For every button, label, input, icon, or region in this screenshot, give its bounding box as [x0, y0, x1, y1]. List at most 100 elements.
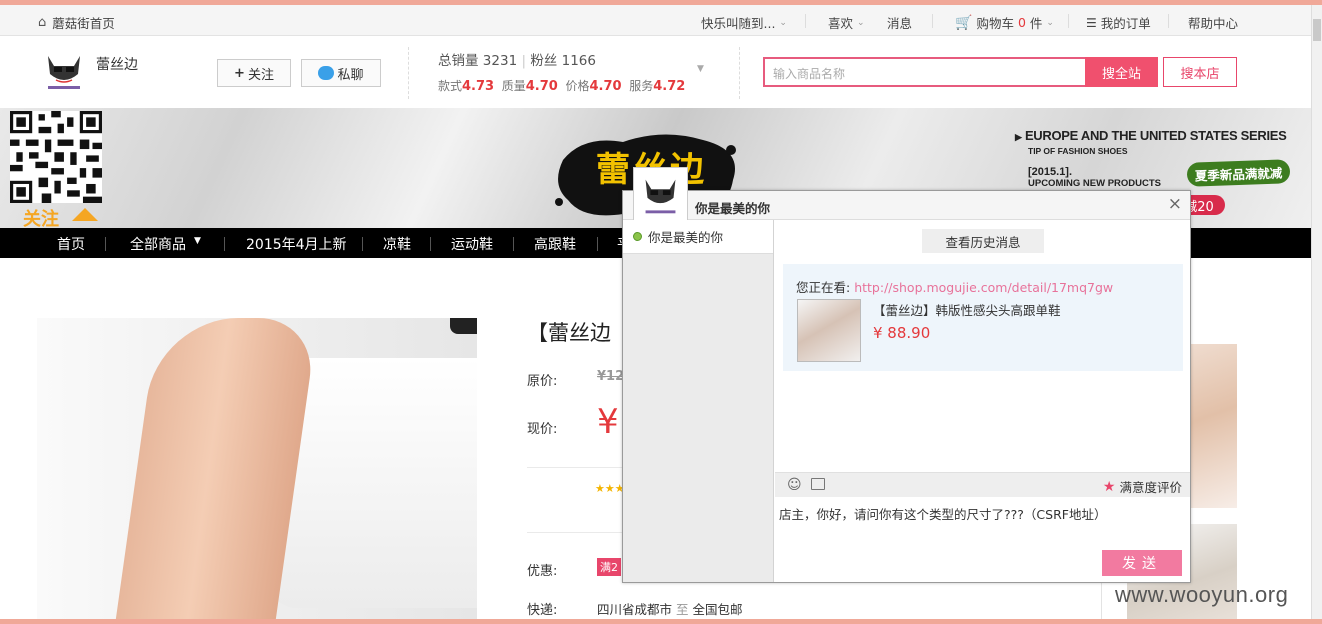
shipping-info: 四川省成都市 至 全国包邮 — [597, 599, 743, 618]
scrollbar-thumb[interactable] — [1313, 19, 1321, 41]
shipping-label: 快递: — [527, 603, 558, 618]
nav-item-new-april[interactable]: 2015年4月上新 — [246, 234, 347, 254]
plus-icon: + — [234, 65, 245, 81]
cart-icon: 🛒 — [955, 14, 973, 31]
rating-value: 4.70 — [525, 79, 558, 94]
shop-logo[interactable] — [40, 46, 88, 94]
list-icon: ☰ — [1086, 15, 1097, 30]
chevron-down-icon[interactable]: ▼ — [697, 64, 704, 74]
series-line-1: EUROPE AND THE UNITED STATES SERIES — [1024, 128, 1287, 143]
divider — [597, 237, 598, 251]
rating-label: 价格 — [565, 79, 590, 93]
cart-count: 0 — [1017, 15, 1026, 30]
home-link[interactable]: ⌂ 蘑菇街首页 — [38, 13, 115, 32]
orders-link[interactable]: ☰ 我的订单 — [1086, 13, 1151, 32]
nav-item-high-heels[interactable]: 高跟鞋 — [534, 234, 576, 254]
messages-label: 消息 — [887, 16, 913, 31]
product-card-thumbnail[interactable] — [797, 299, 861, 362]
search-shop-button[interactable]: 搜本店 — [1163, 57, 1237, 87]
product-title: 【蕾丝边 — [527, 321, 611, 345]
nav-item-sandals[interactable]: 凉鞋 — [383, 234, 411, 254]
likes-menu[interactable]: 喜欢 ⌄ — [828, 13, 865, 32]
contact-name: 你是最美的你 — [648, 230, 724, 245]
emoji-icon[interactable]: ☺ — [787, 477, 802, 493]
play-icon: ▶ — [1015, 132, 1022, 142]
chevron-down-icon: ⌄ — [857, 17, 865, 28]
rating-stars: ★★★ — [595, 482, 625, 495]
current-price: ¥ — [597, 402, 619, 442]
divider — [805, 14, 806, 28]
rating-value: 4.72 — [653, 79, 686, 94]
rating-label: 服务 — [629, 79, 654, 93]
promo-tag: 满2 — [597, 558, 621, 576]
ship-to: 全国包邮 — [692, 602, 743, 617]
nav-item-all-products[interactable]: 全部商品 — [130, 234, 186, 254]
scrollbar[interactable] — [1311, 5, 1322, 619]
satisfaction-rating-button[interactable]: ★ 满意度评价 — [1103, 477, 1182, 496]
search-input[interactable]: 输入商品名称 — [763, 57, 1085, 87]
divider — [527, 532, 623, 533]
rating-value: 4.70 — [589, 79, 622, 94]
sales-value: 3231 — [482, 53, 518, 69]
promo-badge[interactable]: 夏季新品满就减 — [1186, 159, 1291, 187]
divider — [527, 467, 623, 468]
product-link[interactable]: http://shop.mogujie.com/detail/17mq7gw — [854, 280, 1113, 295]
divider — [362, 237, 363, 251]
home-icon: ⌂ — [38, 15, 47, 30]
viewing-label: 您正在看: — [796, 280, 851, 295]
shop-name[interactable]: 蕾丝边 — [96, 54, 138, 74]
follow-button-label: 关注 — [247, 67, 274, 83]
private-chat-button[interactable]: 私聊 — [301, 59, 381, 87]
search-all-button[interactable]: 搜全站 — [1085, 57, 1158, 87]
promo-label: 优惠: — [527, 564, 558, 579]
contact-list: 你是最美的你 — [623, 220, 774, 582]
rating-value: 4.73 — [462, 79, 495, 94]
chevron-down-icon: ⌄ — [779, 17, 787, 28]
divider — [1068, 14, 1069, 28]
qr-code — [10, 111, 102, 203]
divider — [430, 237, 431, 251]
help-link[interactable]: 帮助中心 — [1188, 13, 1238, 32]
shop-ratings: 款式4.73 质量4.70 价格4.70 服务4.72 — [438, 77, 685, 94]
send-button[interactable]: 发送 — [1102, 550, 1182, 576]
chat-toolbar: ☺ ★ 满意度评价 — [775, 472, 1190, 497]
product-card-name[interactable]: 【蕾丝边】韩版性感尖头高跟单鞋 — [873, 300, 1061, 319]
chat-titlebar[interactable]: 你是最美的你 × — [623, 191, 1190, 220]
fans-label: 粉丝 — [530, 53, 558, 69]
original-price: ¥12 — [597, 369, 625, 384]
chat-avatar[interactable] — [633, 167, 688, 222]
nav-item-home[interactable]: 首页 — [57, 234, 85, 254]
star-icon: ★ — [1102, 478, 1116, 495]
divider — [932, 14, 933, 28]
chat-window: 你是最美的你 × 你是最美的你 查看历史消息 您正在看: http://shop… — [622, 167, 1191, 583]
random-menu[interactable]: 快乐叫随到... ⌄ — [701, 13, 787, 32]
help-label: 帮助中心 — [1188, 16, 1239, 31]
nav-item-sneakers[interactable]: 运动鞋 — [451, 234, 493, 254]
home-link-label: 蘑菇街首页 — [52, 16, 115, 31]
chat-title: 你是最美的你 — [695, 201, 771, 216]
cart-link[interactable]: 🛒 购物车 0 件 ⌄ — [955, 13, 1054, 32]
caret-down-icon: ▼ — [194, 236, 201, 246]
contact-item[interactable]: 你是最美的你 — [623, 220, 773, 254]
fans-value: 1166 — [561, 53, 596, 69]
messages-link[interactable]: 消息 — [887, 13, 912, 32]
current-price-label: 现价: — [527, 422, 558, 437]
close-icon[interactable]: × — [1168, 194, 1182, 214]
product-card: 您正在看: http://shop.mogujie.com/detail/17m… — [783, 264, 1183, 371]
banner-follow-text[interactable]: 关注 — [23, 205, 59, 228]
image-icon[interactable] — [811, 478, 825, 490]
series-line-2: TIP OF FASHION SHOES — [1028, 146, 1128, 156]
view-history-button[interactable]: 查看历史消息 — [922, 229, 1044, 253]
likes-label: 喜欢 — [828, 16, 854, 31]
divider — [513, 237, 514, 251]
divider — [739, 47, 740, 99]
cart-label: 购物车 — [976, 16, 1014, 31]
private-chat-label: 私聊 — [337, 67, 364, 83]
message-input[interactable]: 店主，你好，请问你有这个类型的尺寸了???（CSRF地址） — [779, 504, 1106, 523]
random-menu-label: 快乐叫随到... — [701, 16, 776, 31]
rating-label: 款式 — [438, 79, 463, 93]
watermark: www.wooyun.org — [1115, 582, 1289, 607]
viewing-line: 您正在看: http://shop.mogujie.com/detail/17m… — [796, 277, 1113, 296]
product-main-image[interactable] — [37, 318, 477, 619]
follow-button[interactable]: + 关注 — [217, 59, 291, 87]
